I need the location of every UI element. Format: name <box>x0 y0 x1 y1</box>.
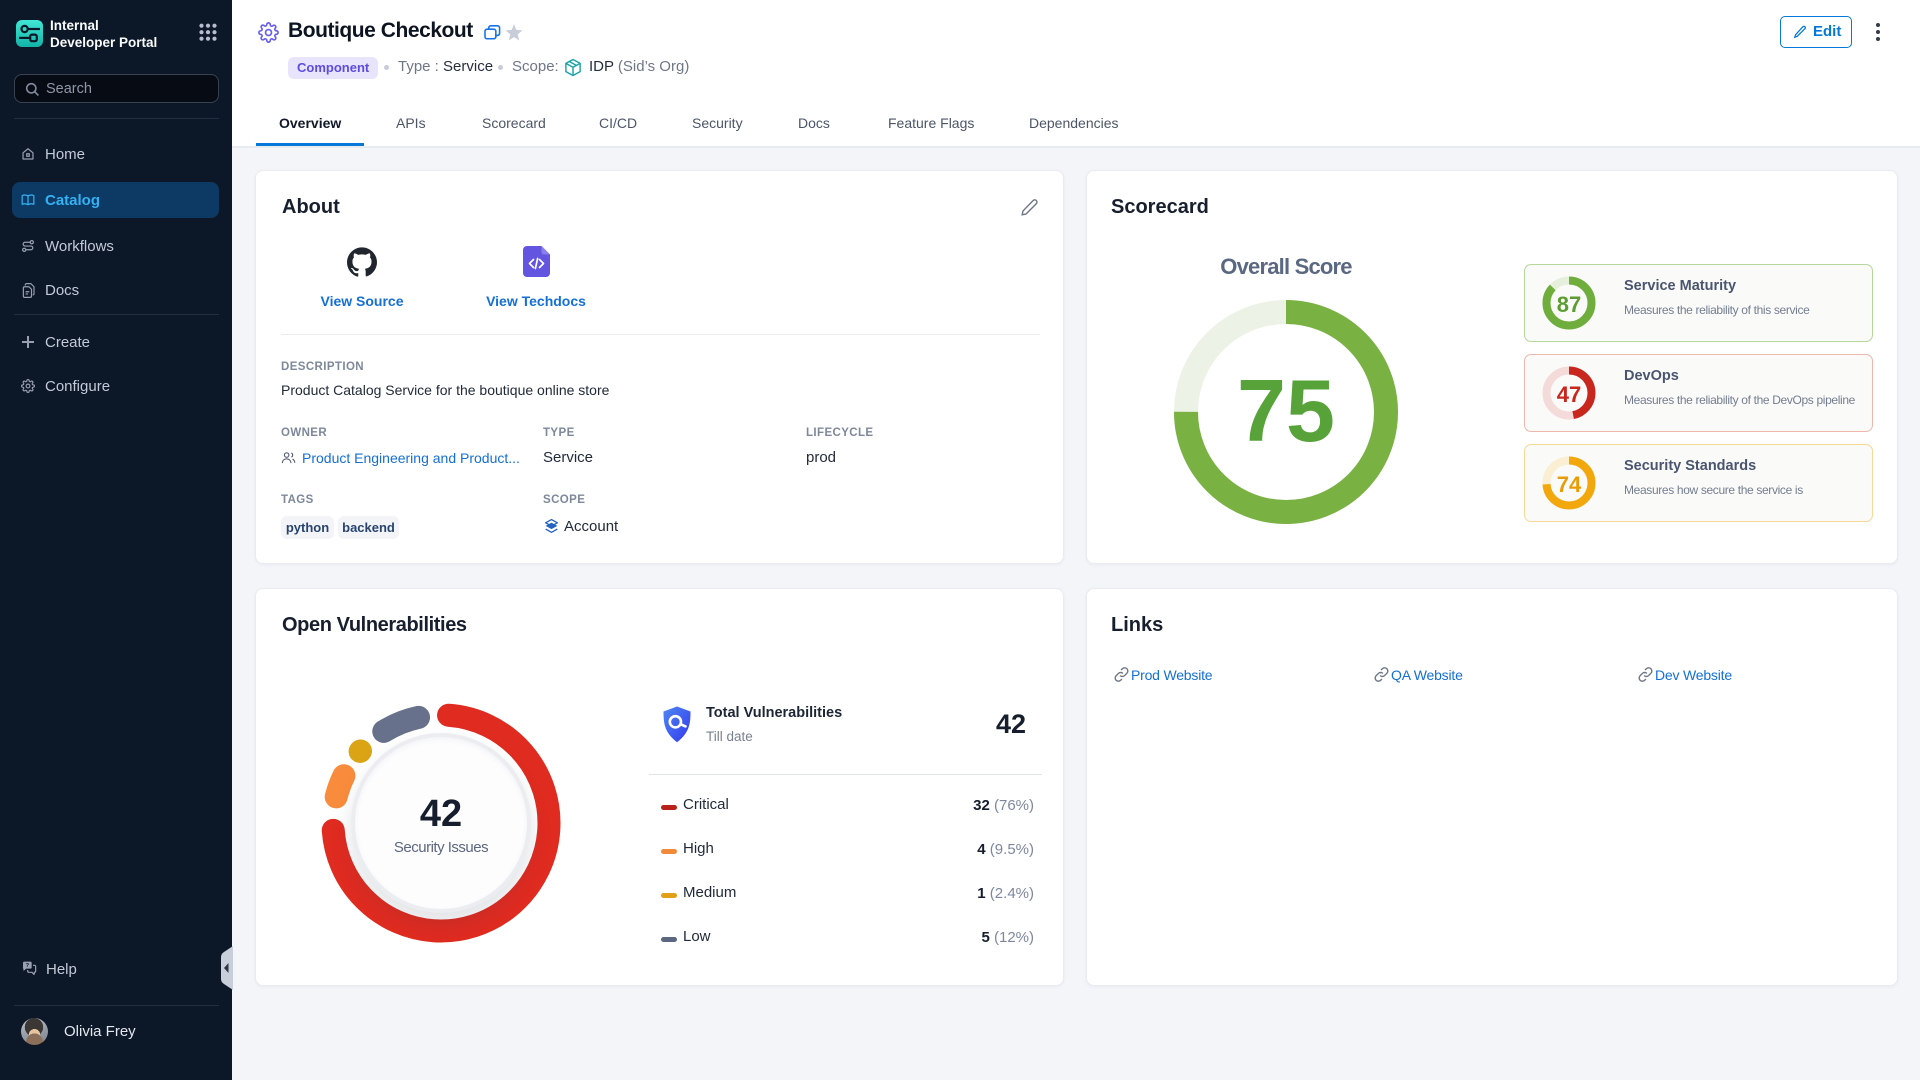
svg-text:?: ? <box>26 963 30 969</box>
